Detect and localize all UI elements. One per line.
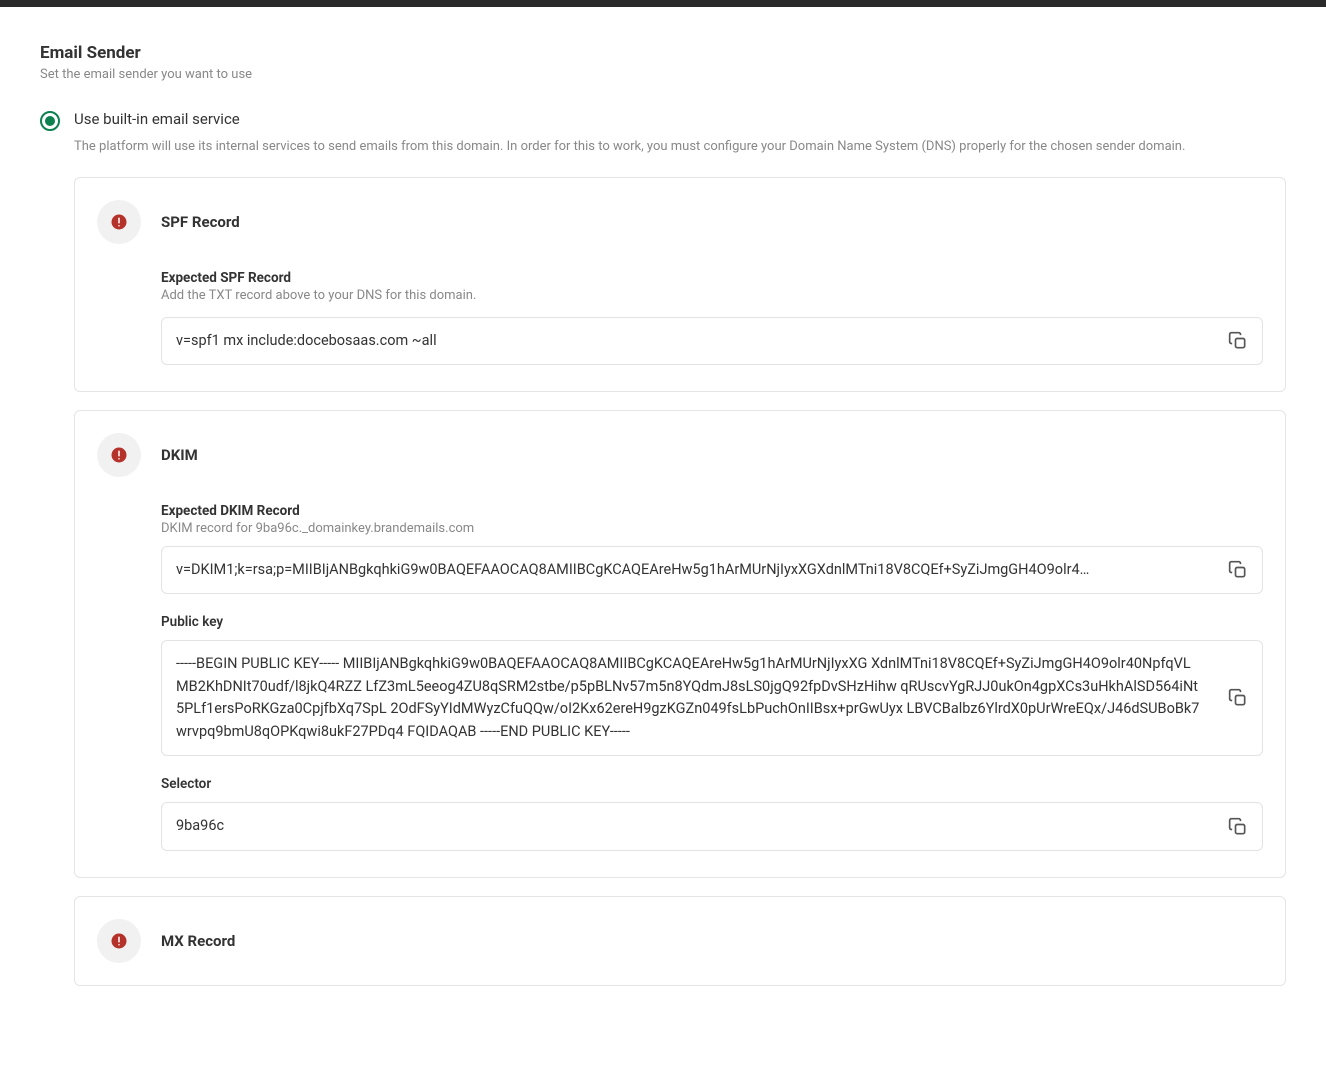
copy-selector-button[interactable] [1214, 803, 1262, 849]
dkim-expected-hint: DKIM record for 9ba96c._domainkey.brande… [161, 521, 1263, 536]
dkim-selector-value: 9ba96c [162, 803, 1214, 849]
dkim-selector-label: Selector [161, 776, 1263, 792]
dkim-record-card: DKIM Expected DKIM Record DKIM record fo… [74, 410, 1286, 878]
mx-record-card: MX Record [74, 896, 1286, 986]
radio-selected-dot [45, 116, 55, 126]
copy-publickey-button[interactable] [1214, 641, 1262, 755]
spf-expected-hint: Add the TXT record above to your DNS for… [161, 288, 1263, 303]
copy-dkim-button[interactable] [1214, 547, 1262, 593]
spf-value-row: v=spf1 mx include:docebosaas.com ~all [161, 317, 1263, 365]
dkim-publickey-value: -----BEGIN PUBLIC KEY----- MIIBIjANBgkqh… [162, 641, 1214, 755]
spf-record-card: SPF Record Expected SPF Record Add the T… [74, 177, 1286, 392]
alert-icon [97, 433, 141, 477]
dkim-expected-label: Expected DKIM Record [161, 503, 1263, 519]
spf-value: v=spf1 mx include:docebosaas.com ~all [162, 318, 1214, 364]
page-title: Email Sender [40, 43, 1286, 63]
spf-expected-label: Expected SPF Record [161, 270, 1263, 286]
spf-title: SPF Record [161, 213, 240, 231]
dkim-publickey-row: -----BEGIN PUBLIC KEY----- MIIBIjANBgkqh… [161, 640, 1263, 756]
dkim-selector-row: 9ba96c [161, 802, 1263, 850]
alert-icon [97, 919, 141, 963]
copy-icon [1228, 331, 1248, 351]
dkim-value: v=DKIM1;k=rsa;p=MIIBIjANBgkqhkiG9w0BAQEF… [162, 547, 1214, 593]
radio-builtin-email[interactable] [40, 111, 60, 131]
copy-icon [1228, 560, 1248, 580]
dkim-value-row: v=DKIM1;k=rsa;p=MIIBIjANBgkqhkiG9w0BAQEF… [161, 546, 1263, 594]
alert-icon [97, 200, 141, 244]
copy-icon [1228, 817, 1248, 837]
copy-icon [1228, 688, 1248, 708]
radio-builtin-label[interactable]: Use built-in email service [74, 110, 240, 128]
dkim-title: DKIM [161, 446, 198, 464]
page-subtitle: Set the email sender you want to use [40, 67, 1286, 82]
mx-title: MX Record [161, 932, 235, 950]
radio-builtin-description: The platform will use its internal servi… [74, 137, 1286, 157]
copy-spf-button[interactable] [1214, 318, 1262, 364]
dkim-publickey-label: Public key [161, 614, 1263, 630]
email-sender-settings: Email Sender Set the email sender you wa… [0, 7, 1326, 1026]
